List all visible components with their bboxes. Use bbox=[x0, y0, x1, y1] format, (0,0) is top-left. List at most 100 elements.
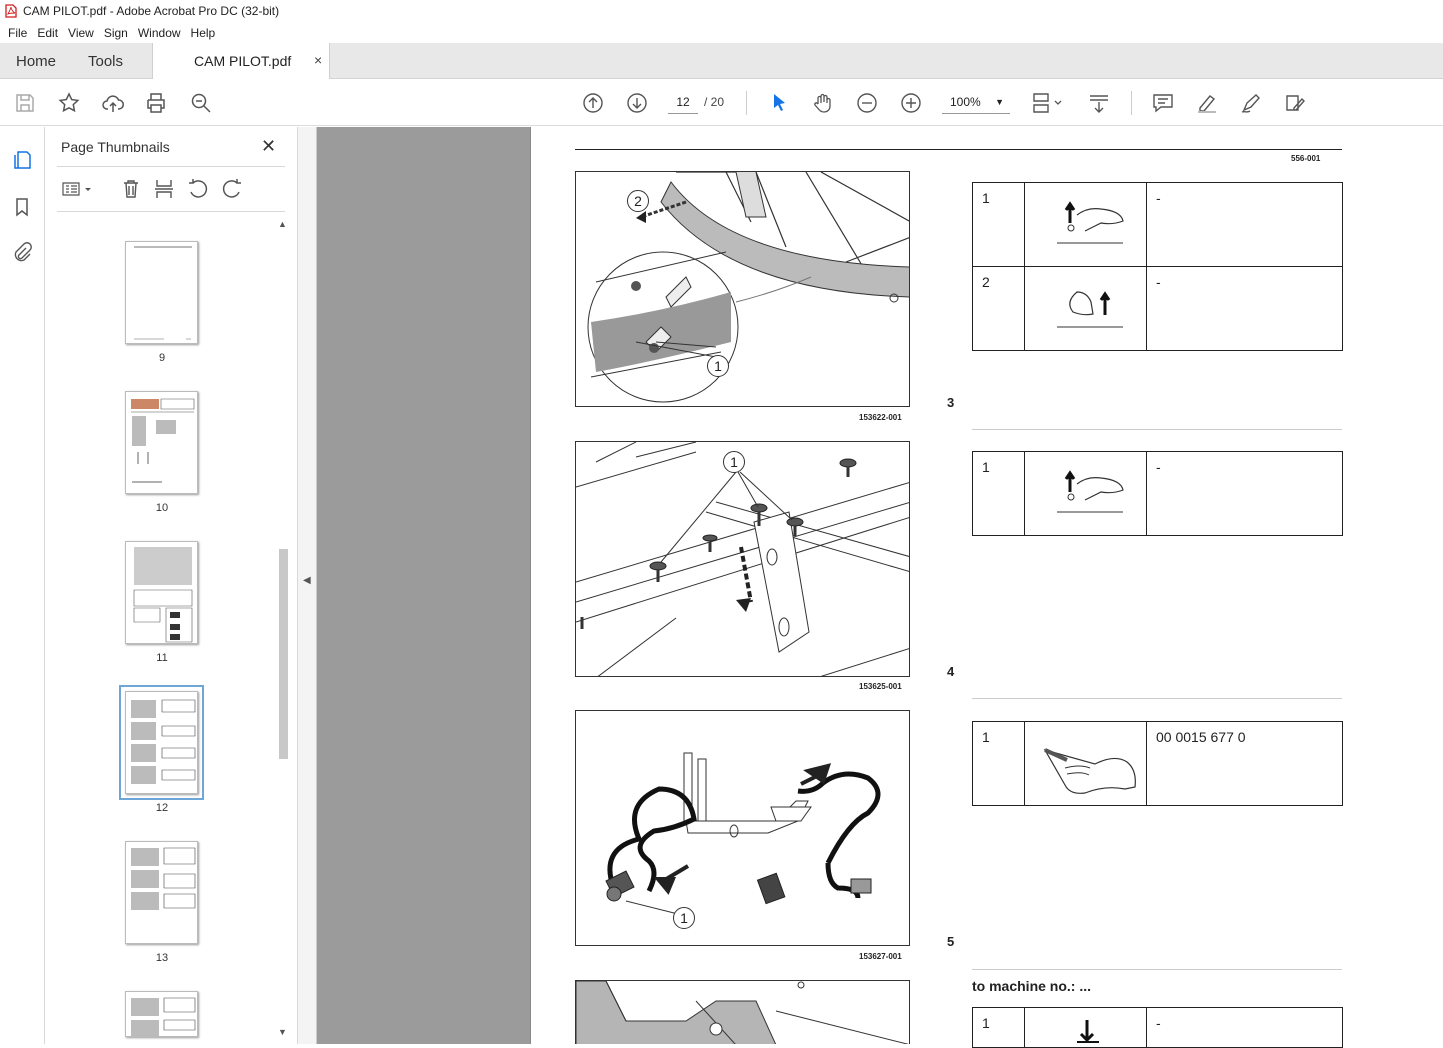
hand-holding-part-icon bbox=[1024, 721, 1147, 806]
scroll-mode-icon[interactable] bbox=[1087, 91, 1111, 115]
callout: 1 bbox=[707, 355, 729, 377]
thumbnail-options-icon[interactable] bbox=[60, 177, 94, 201]
upload-cloud-icon[interactable] bbox=[101, 91, 125, 115]
acrobat-logo-icon bbox=[5, 4, 17, 18]
table-row: 1 - bbox=[972, 451, 1343, 536]
menu-window[interactable]: Window bbox=[133, 26, 186, 40]
rotate-right-icon[interactable] bbox=[220, 177, 244, 201]
parts-table-2: 1 - bbox=[972, 451, 1343, 536]
callout: 1 bbox=[723, 451, 745, 473]
thumbnail-page-9[interactable] bbox=[125, 241, 198, 344]
table-row: 2 - bbox=[972, 266, 1343, 351]
tab-close-button[interactable]: × bbox=[314, 52, 322, 68]
comment-icon[interactable] bbox=[1151, 91, 1175, 115]
parts-table-4: 1 - bbox=[972, 1007, 1343, 1048]
bookmarks-icon[interactable] bbox=[11, 196, 33, 218]
attachments-icon[interactable] bbox=[11, 241, 33, 263]
header-rule bbox=[575, 149, 1342, 150]
wrench-up-icon bbox=[1024, 451, 1147, 536]
save-icon[interactable] bbox=[13, 91, 37, 115]
tab-bar: Home Tools CAM PILOT.pdf × bbox=[0, 43, 1443, 79]
zoom-in-icon[interactable] bbox=[899, 91, 923, 115]
rotate-left-icon[interactable] bbox=[186, 177, 210, 201]
parts-table-1: 1 - 2 - bbox=[972, 182, 1343, 351]
thumbnail-page-11[interactable] bbox=[125, 541, 198, 644]
chevron-left-icon: ◀ bbox=[303, 575, 311, 586]
tab-tools[interactable]: Tools bbox=[88, 53, 123, 70]
item-description: - bbox=[1146, 182, 1343, 267]
sign-pen-icon[interactable] bbox=[1239, 91, 1263, 115]
title-bar: CAM PILOT.pdf - Adobe Acrobat Pro DC (32… bbox=[0, 0, 1443, 22]
item-number: 1 bbox=[972, 721, 1025, 806]
scrollbar-thumb[interactable] bbox=[279, 549, 288, 759]
bookmark-star-icon[interactable] bbox=[57, 91, 81, 115]
tab-home[interactable]: Home bbox=[16, 53, 56, 70]
thumbnail-page-13[interactable] bbox=[125, 841, 198, 944]
thumbnail-page-14[interactable] bbox=[125, 991, 198, 1037]
page-total: / 20 bbox=[704, 95, 725, 109]
step-number: 5 bbox=[947, 934, 955, 949]
wrench-up-icon bbox=[1024, 182, 1147, 267]
item-description: - bbox=[1146, 451, 1343, 536]
table-row: 1 00 0015 677 0 bbox=[972, 721, 1343, 806]
print-icon[interactable] bbox=[144, 91, 168, 115]
figure-2 bbox=[575, 441, 910, 677]
figure-code: 153622-001 bbox=[859, 413, 902, 422]
menu-sign[interactable]: Sign bbox=[99, 26, 133, 40]
zoom-value: 100% bbox=[950, 95, 981, 109]
callout: 2 bbox=[627, 190, 649, 212]
figure-code: 153625-001 bbox=[859, 682, 902, 691]
document-code: 556-001 bbox=[1291, 154, 1321, 163]
zoom-out-icon[interactable] bbox=[855, 91, 879, 115]
scroll-up-icon[interactable]: ▲ bbox=[278, 219, 287, 229]
window-title: CAM PILOT.pdf - Adobe Acrobat Pro DC (32… bbox=[23, 4, 280, 18]
thumbnail-label: 12 bbox=[155, 802, 169, 814]
panel-title: Page Thumbnails bbox=[61, 139, 170, 155]
item-description: - bbox=[1146, 1007, 1343, 1048]
page-thumbnails-panel: Page Thumbnails ✕ 9 10 11 12 13 ▲ ▼ bbox=[45, 127, 298, 1044]
machine-number-note: to machine no.: ... bbox=[972, 978, 1092, 994]
extract-page-icon[interactable] bbox=[152, 177, 176, 201]
figure-2-drawing bbox=[576, 442, 909, 676]
tab-document-label: CAM PILOT.pdf bbox=[194, 53, 292, 69]
item-number: 1 bbox=[972, 451, 1025, 536]
step-rule bbox=[972, 698, 1342, 699]
hand-tool-icon[interactable] bbox=[811, 91, 835, 115]
figure-4 bbox=[575, 980, 910, 1044]
delete-page-icon[interactable] bbox=[119, 177, 143, 201]
thumbnail-label: 13 bbox=[155, 952, 169, 964]
zoom-search-icon[interactable] bbox=[189, 91, 213, 115]
left-navigation-rail bbox=[0, 127, 45, 1044]
figure-3 bbox=[575, 710, 910, 946]
tab-document[interactable]: CAM PILOT.pdf × bbox=[152, 43, 330, 79]
callout: 1 bbox=[673, 907, 695, 929]
scroll-down-icon[interactable]: ▼ bbox=[278, 1027, 287, 1037]
table-row: 1 - bbox=[972, 182, 1343, 267]
zoom-select[interactable]: 100% ▼ bbox=[942, 90, 1010, 114]
page-thumbnails-icon[interactable] bbox=[11, 149, 33, 171]
figure-1 bbox=[575, 171, 910, 407]
thumbnails-scrollbar[interactable]: ▲ ▼ bbox=[277, 219, 289, 1037]
page-number-input[interactable]: 12 bbox=[668, 90, 698, 114]
toolbar: 12 / 20 100% ▼ bbox=[0, 80, 1443, 126]
figure-3-drawing bbox=[605, 752, 881, 917]
item-number: 1 bbox=[972, 1007, 1025, 1048]
thumbnail-page-12[interactable] bbox=[119, 685, 204, 800]
edit-redact-icon[interactable] bbox=[1283, 91, 1307, 115]
select-cursor-icon[interactable] bbox=[767, 91, 791, 115]
menu-help[interactable]: Help bbox=[186, 26, 221, 40]
previous-page-icon[interactable] bbox=[581, 91, 605, 115]
pdf-page: 556-001 2 1 153622-001 1 - 2 - 3 1 15362… bbox=[530, 127, 1443, 1048]
page-layout-icon[interactable] bbox=[1031, 91, 1067, 115]
toolbar-divider bbox=[1131, 91, 1132, 115]
menu-view[interactable]: View bbox=[63, 26, 99, 40]
highlight-pen-icon[interactable] bbox=[1195, 91, 1219, 115]
thumbnail-page-10[interactable] bbox=[125, 391, 198, 494]
menu-edit[interactable]: Edit bbox=[32, 26, 63, 40]
menu-file[interactable]: File bbox=[3, 26, 32, 40]
next-page-icon[interactable] bbox=[625, 91, 649, 115]
figure-4-drawing bbox=[576, 981, 909, 1044]
item-description: 00 0015 677 0 bbox=[1146, 721, 1343, 806]
panel-collapse-handle[interactable]: ◀ bbox=[298, 127, 317, 1044]
panel-close-button[interactable]: ✕ bbox=[261, 136, 276, 157]
